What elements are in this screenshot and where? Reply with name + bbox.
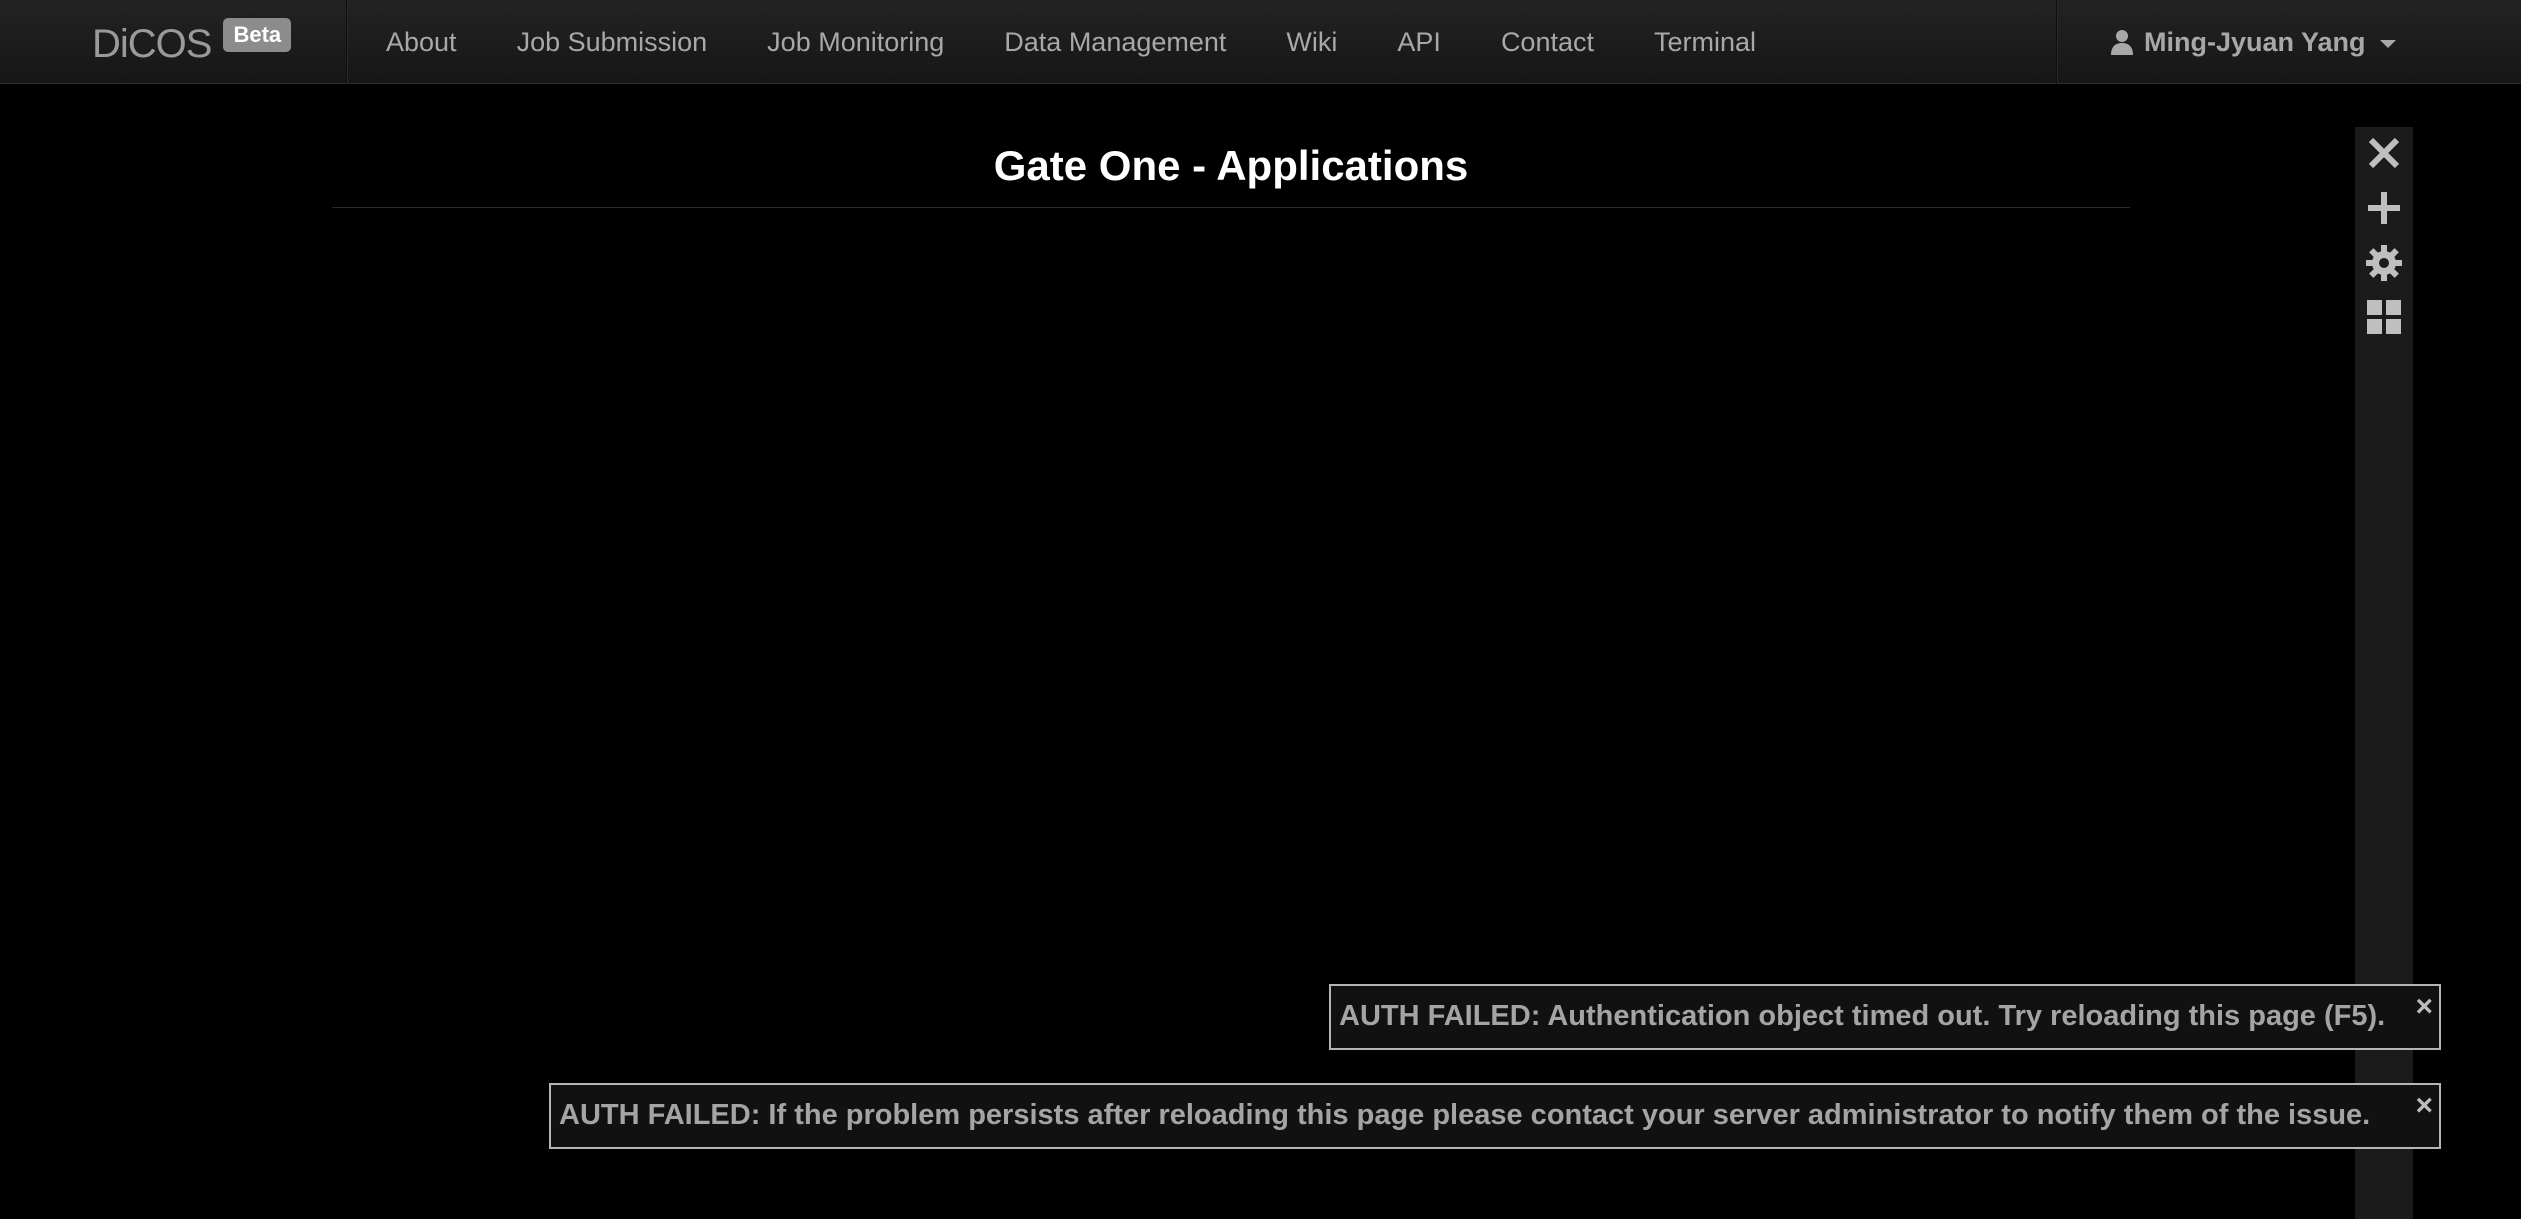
brand-name: DiCOS <box>92 22 212 66</box>
nav-divider <box>346 0 347 84</box>
nav-link-wiki[interactable]: Wiki <box>1256 0 1367 84</box>
top-navbar: DiCOS Beta About Job Submission Job Moni… <box>0 0 2521 84</box>
brand-logo[interactable]: DiCOS Beta <box>92 18 292 66</box>
nav-links: About Job Submission Job Monitoring Data… <box>356 0 1786 84</box>
nav-link-about[interactable]: About <box>356 0 487 84</box>
close-icon[interactable] <box>2364 133 2404 173</box>
grid-icon[interactable] <box>2364 297 2404 337</box>
close-icon[interactable]: × <box>2415 974 2433 1040</box>
notice-text: AUTH FAILED: If the problem persists aft… <box>559 1099 2371 1131</box>
nav-divider <box>2056 0 2057 84</box>
title-divider <box>332 207 2130 208</box>
gateone-toolbar <box>2355 127 2413 1219</box>
auth-failed-notice: AUTH FAILED: If the problem persists aft… <box>549 1083 2441 1149</box>
user-menu-dropdown[interactable]: Ming-Jyuan Yang <box>2110 0 2396 84</box>
notice-text: AUTH FAILED: Authentication object timed… <box>1339 1000 2386 1032</box>
page-title: Gate One - Applications <box>993 142 1469 189</box>
nav-link-contact[interactable]: Contact <box>1471 0 1624 84</box>
auth-failed-notice: AUTH FAILED: Authentication object timed… <box>1329 984 2441 1050</box>
beta-badge: Beta <box>223 18 292 52</box>
user-name: Ming-Jyuan Yang <box>2144 26 2366 57</box>
nav-link-data-management[interactable]: Data Management <box>974 0 1256 84</box>
nav-link-job-submission[interactable]: Job Submission <box>487 0 738 84</box>
nav-link-job-monitoring[interactable]: Job Monitoring <box>737 0 974 84</box>
close-icon[interactable]: × <box>2415 1073 2433 1139</box>
gear-icon[interactable] <box>2364 243 2404 283</box>
plus-icon[interactable] <box>2364 188 2404 228</box>
nav-link-terminal[interactable]: Terminal <box>1624 0 1786 84</box>
nav-link-api[interactable]: API <box>1367 0 1471 84</box>
chevron-down-icon <box>2379 40 2396 48</box>
user-icon <box>2111 30 2133 55</box>
